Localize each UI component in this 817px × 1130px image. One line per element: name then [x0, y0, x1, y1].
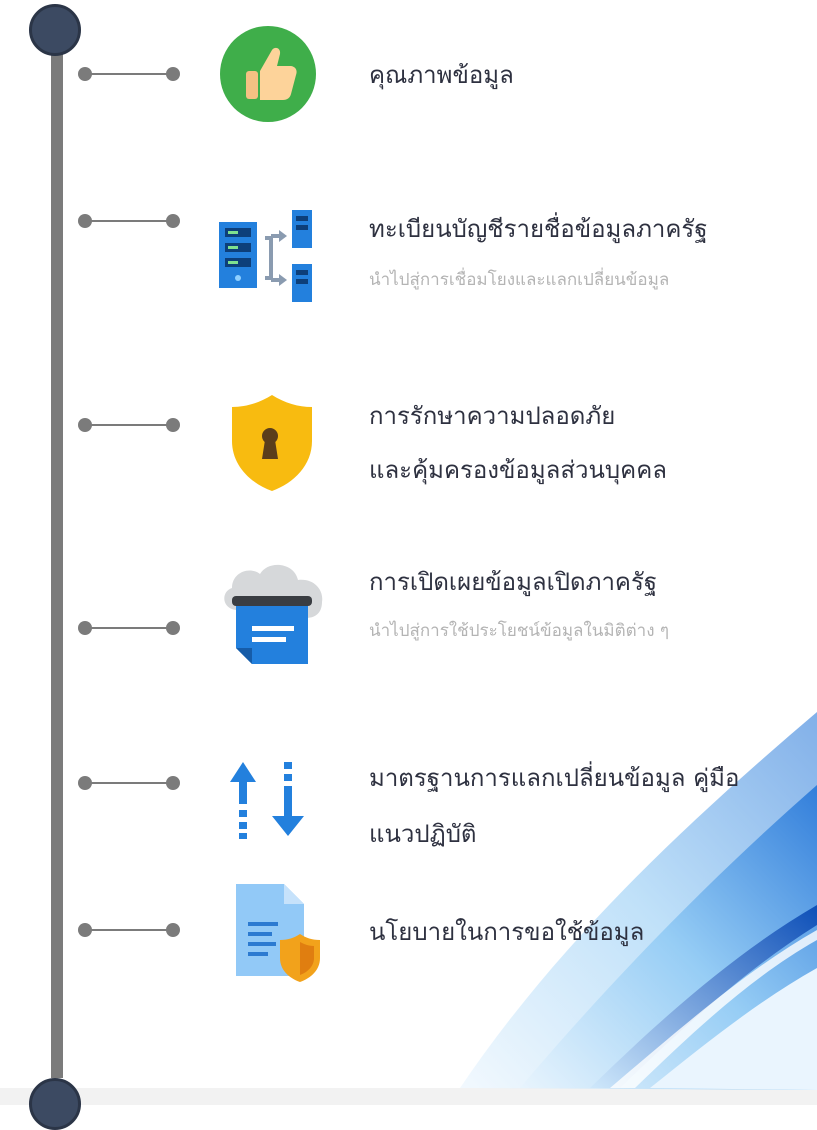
servers-icon: [219, 210, 312, 302]
timeline-connector: [74, 920, 186, 940]
item-title: ทะเบียนบัญชีรายชื่อข้อมูลภาครัฐ: [369, 215, 708, 243]
item-subtitle: นำไปสู่การใช้ประโยชน์ข้อมูลในมิติต่าง ๆ: [369, 621, 670, 641]
item-title-line2: แนวปฏิบัติ: [369, 820, 477, 848]
item-title: คุณภาพข้อมูล: [369, 61, 514, 89]
item-title: การรักษาความปลอดภัย: [369, 402, 616, 430]
timeline-end-cap: [29, 1078, 81, 1130]
item-subtitle: นำไปสู่การเชื่อมโยงและแลกเปลี่ยนข้อมูล: [369, 270, 670, 290]
cloud-print-icon: [224, 564, 323, 664]
timeline-connector: [74, 415, 186, 435]
thumbs-up-icon: [220, 26, 316, 122]
timeline-line: [51, 28, 63, 1078]
timeline-connector: [74, 618, 186, 638]
exchange-arrows-icon: [230, 762, 304, 839]
item-title: มาตรฐานการแลกเปลี่ยนข้อมูล คู่มือ: [369, 764, 740, 792]
timeline-connector: [74, 64, 186, 84]
timeline-connector: [74, 211, 186, 231]
item-title-line2: และคุ้มครองข้อมูลส่วนบุคคล: [369, 456, 667, 484]
shield-lock-icon: [232, 395, 312, 491]
timeline-connector: [74, 773, 186, 793]
item-title: การเปิดเผยข้อมูลเปิดภาครัฐ: [369, 568, 658, 596]
item-title: นโยบายในการขอใช้ข้อมูล: [369, 918, 645, 946]
bottom-strip: [0, 1088, 817, 1105]
timeline-start-cap: [29, 4, 81, 56]
document-shield-icon: [236, 884, 320, 982]
